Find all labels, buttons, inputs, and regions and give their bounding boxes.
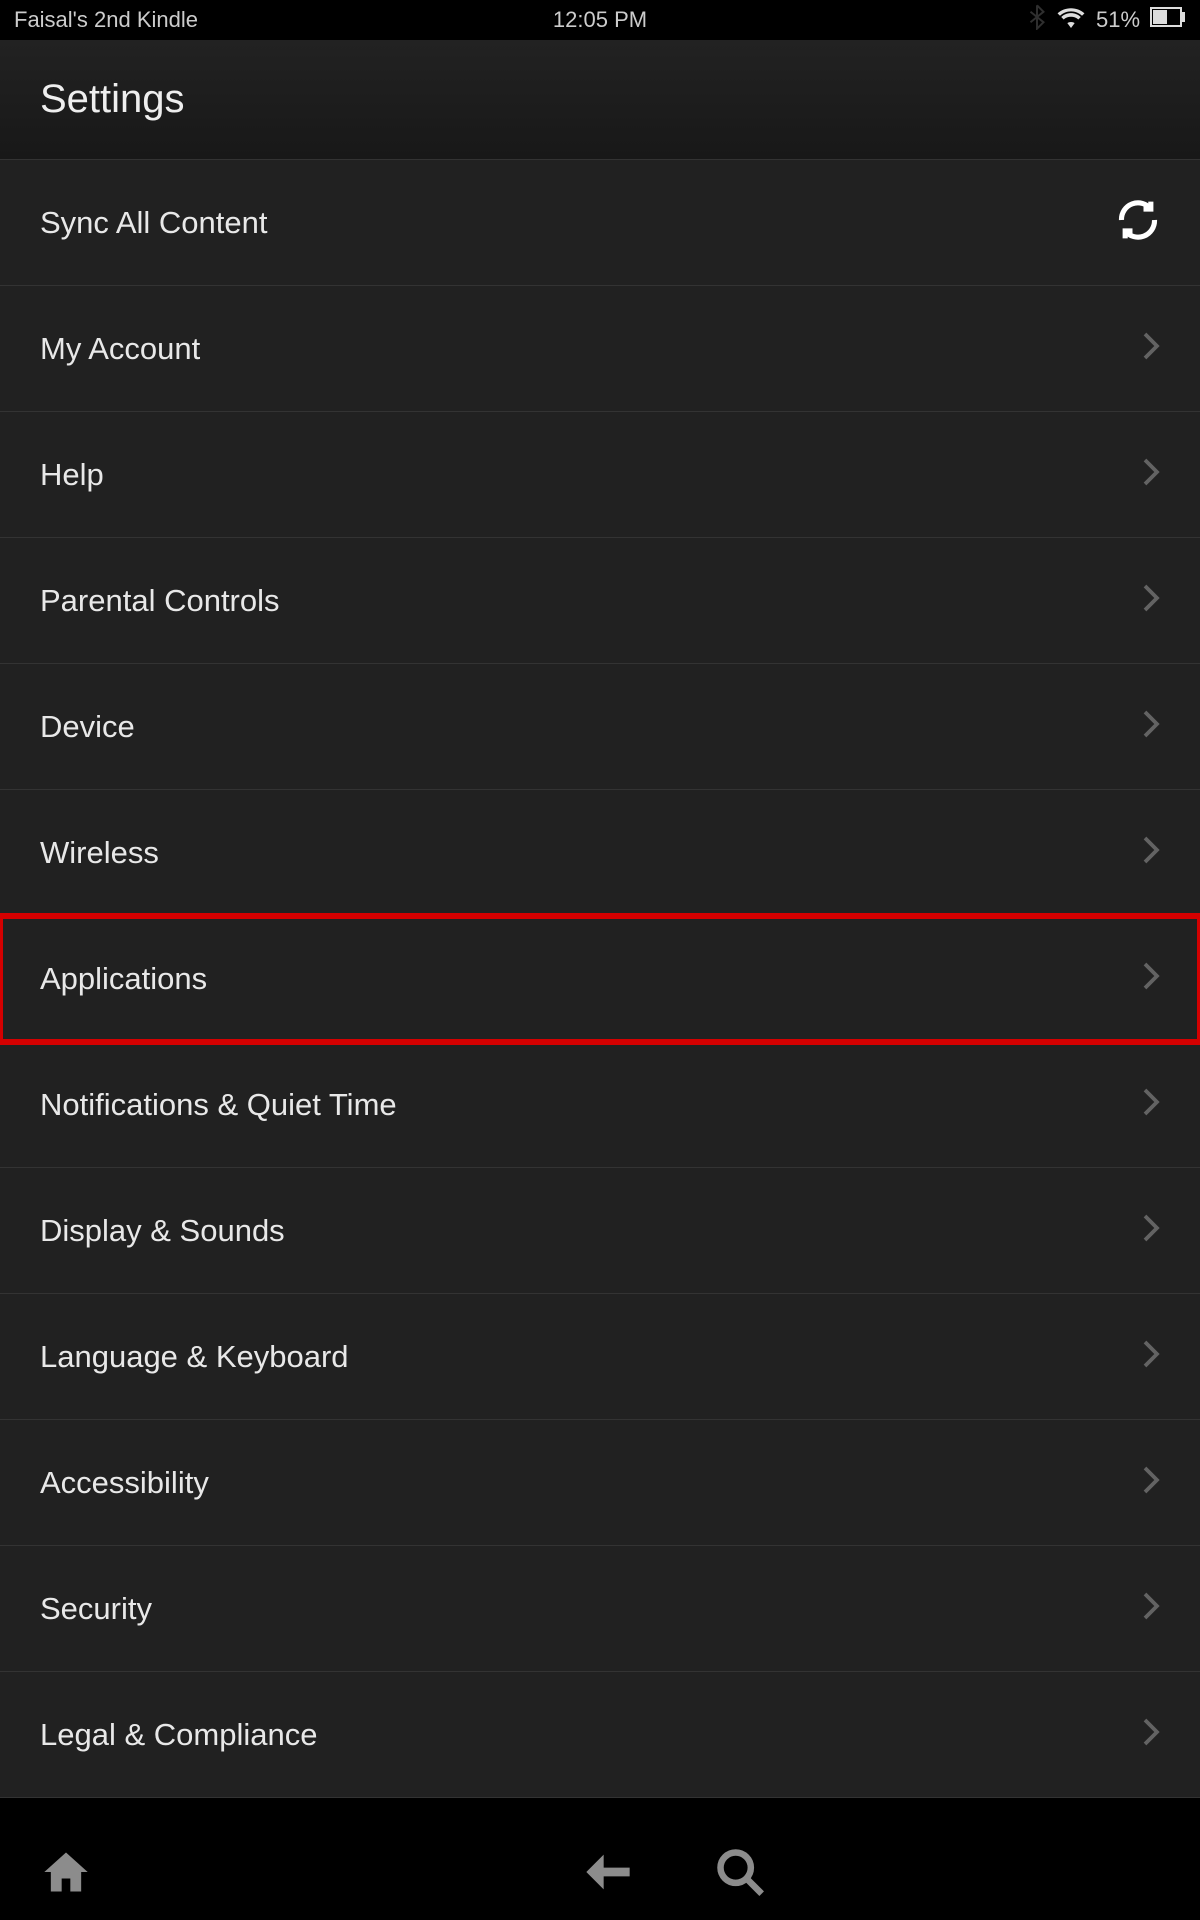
settings-item-sync-all-content[interactable]: Sync All Content [0, 160, 1200, 286]
settings-item-wireless[interactable]: Wireless [0, 790, 1200, 916]
settings-item-label: Notifications & Quiet Time [40, 1087, 397, 1123]
page-title: Settings [40, 77, 185, 122]
settings-item-label: Parental Controls [40, 583, 280, 619]
chevron-right-icon [1142, 1591, 1160, 1626]
clock-time: 12:05 PM [405, 7, 796, 33]
wifi-icon [1056, 6, 1086, 34]
bluetooth-icon [1028, 4, 1046, 36]
chevron-right-icon [1142, 961, 1160, 996]
sync-icon [1116, 198, 1160, 247]
settings-header: Settings [0, 40, 1200, 160]
settings-item-label: Legal & Compliance [40, 1717, 317, 1753]
search-button[interactable] [714, 1846, 766, 1903]
settings-item-label: Accessibility [40, 1465, 209, 1501]
settings-item-label: Display & Sounds [40, 1213, 285, 1249]
chevron-right-icon [1142, 1465, 1160, 1500]
settings-item-label: My Account [40, 331, 200, 367]
chevron-right-icon [1142, 1717, 1160, 1752]
settings-item-accessibility[interactable]: Accessibility [0, 1420, 1200, 1546]
chevron-right-icon [1142, 583, 1160, 618]
settings-item-label: Language & Keyboard [40, 1339, 349, 1375]
bottom-nav [0, 1828, 1200, 1920]
settings-item-display-sounds[interactable]: Display & Sounds [0, 1168, 1200, 1294]
status-icons: 51% [795, 4, 1186, 36]
chevron-right-icon [1142, 457, 1160, 492]
status-bar: Faisal's 2nd Kindle 12:05 PM 51% [0, 0, 1200, 40]
settings-item-legal-compliance[interactable]: Legal & Compliance [0, 1672, 1200, 1798]
settings-item-security[interactable]: Security [0, 1546, 1200, 1672]
settings-item-applications[interactable]: Applications [0, 916, 1200, 1042]
chevron-right-icon [1142, 1087, 1160, 1122]
settings-item-notifications-quiet-time[interactable]: Notifications & Quiet Time [0, 1042, 1200, 1168]
settings-list: Sync All Content My Account Help Parental C… [0, 160, 1200, 1798]
settings-item-label: Applications [40, 961, 207, 997]
device-name: Faisal's 2nd Kindle [14, 7, 405, 33]
settings-item-label: Security [40, 1591, 152, 1627]
settings-item-language-keyboard[interactable]: Language & Keyboard [0, 1294, 1200, 1420]
battery-percent: 51% [1096, 7, 1140, 33]
chevron-right-icon [1142, 835, 1160, 870]
chevron-right-icon [1142, 709, 1160, 744]
chevron-right-icon [1142, 1213, 1160, 1248]
settings-item-label: Help [40, 457, 104, 493]
settings-item-label: Sync All Content [40, 205, 267, 241]
chevron-right-icon [1142, 1339, 1160, 1374]
battery-icon [1150, 7, 1186, 33]
settings-item-label: Wireless [40, 835, 159, 871]
chevron-right-icon [1142, 331, 1160, 366]
back-button[interactable] [582, 1846, 634, 1903]
home-button[interactable] [40, 1846, 92, 1903]
settings-item-label: Device [40, 709, 135, 745]
settings-item-device[interactable]: Device [0, 664, 1200, 790]
settings-item-parental-controls[interactable]: Parental Controls [0, 538, 1200, 664]
settings-item-help[interactable]: Help [0, 412, 1200, 538]
settings-item-my-account[interactable]: My Account [0, 286, 1200, 412]
